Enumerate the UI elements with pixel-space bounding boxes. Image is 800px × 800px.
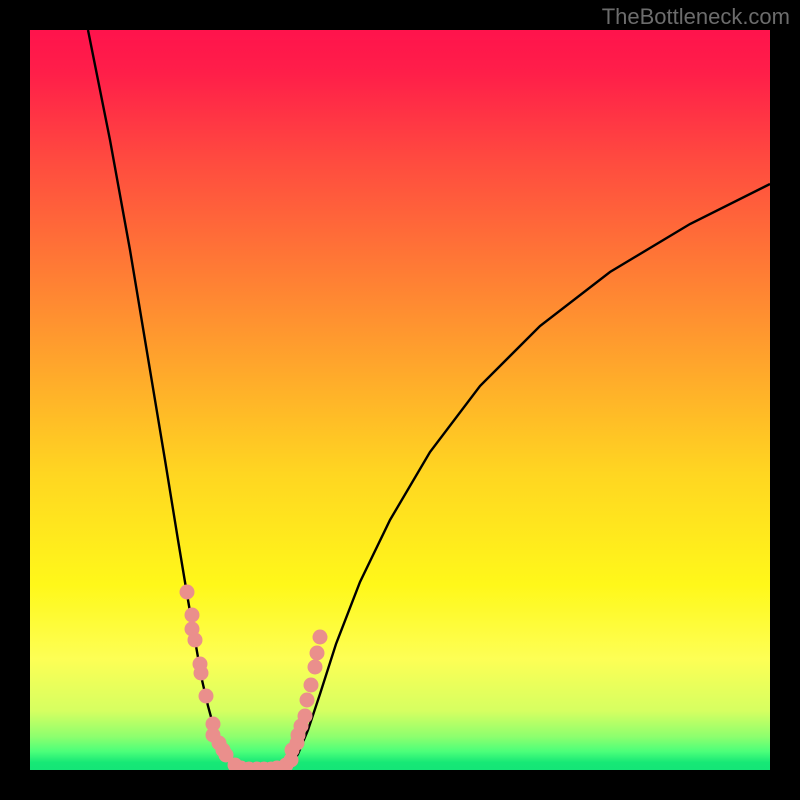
scatter-dot — [310, 646, 325, 661]
plot-area — [30, 30, 770, 770]
scatter-dot — [308, 660, 323, 675]
scatter-dots — [180, 585, 328, 771]
scatter-dot — [300, 693, 315, 708]
bottleneck-curve — [88, 30, 770, 770]
scatter-dot — [199, 689, 214, 704]
scatter-dot — [194, 666, 209, 681]
scatter-dot — [180, 585, 195, 600]
scatter-dot — [298, 709, 313, 724]
watermark-text: TheBottleneck.com — [602, 4, 790, 30]
scatter-dot — [304, 678, 319, 693]
scatter-dot — [188, 633, 203, 648]
chart-frame: TheBottleneck.com — [0, 0, 800, 800]
scatter-dot — [185, 608, 200, 623]
overlay-svg — [30, 30, 770, 770]
scatter-dot — [313, 630, 328, 645]
